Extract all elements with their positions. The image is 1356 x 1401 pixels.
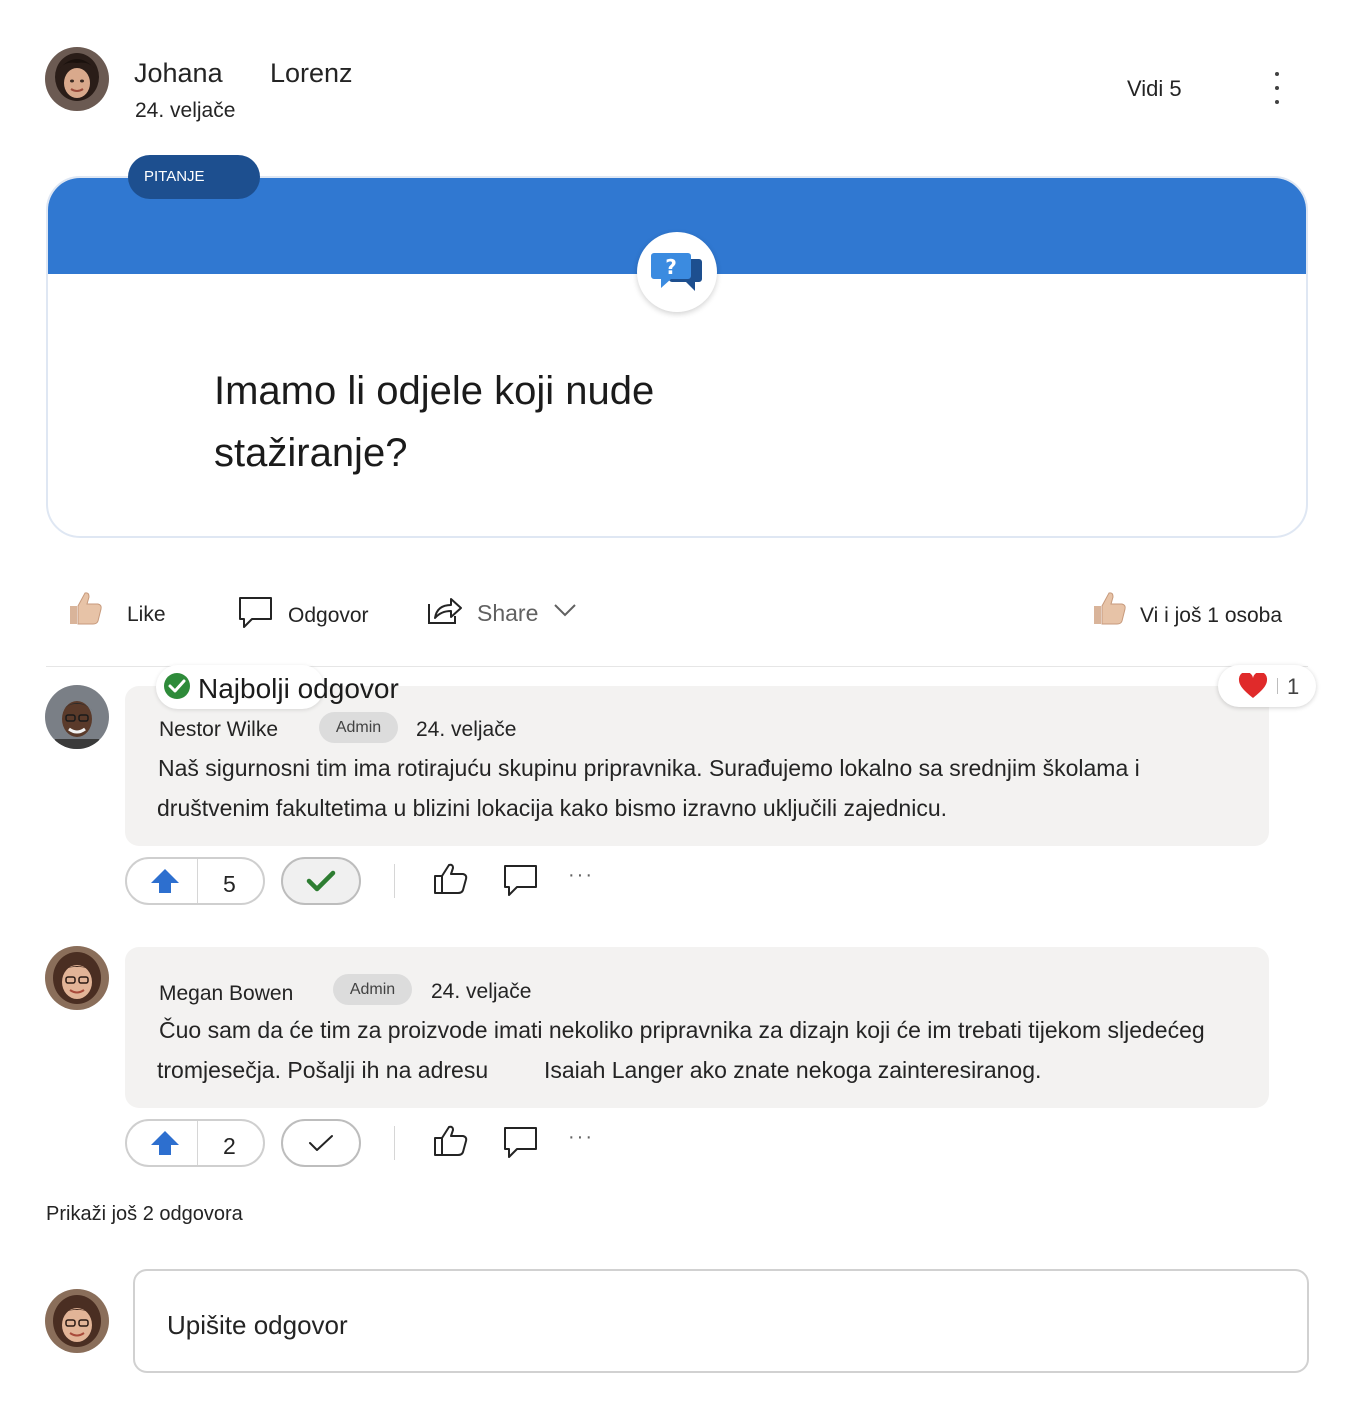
upvote-arrow-icon[interactable] bbox=[149, 1129, 181, 1162]
upvote-count: 2 bbox=[223, 1133, 236, 1159]
heart-icon bbox=[1238, 671, 1268, 704]
author-last-name[interactable]: Lorenz bbox=[270, 58, 353, 89]
more-options-icon[interactable]: ··· bbox=[568, 864, 594, 887]
admin-badge: Admin bbox=[333, 974, 412, 1005]
author-avatar[interactable] bbox=[45, 47, 109, 111]
like-button[interactable]: Like bbox=[127, 603, 166, 627]
reply-author-name[interactable]: Megan Bowen bbox=[159, 982, 293, 1006]
like-icon[interactable] bbox=[432, 862, 470, 901]
upvote-control[interactable] bbox=[125, 1119, 265, 1167]
reply-button[interactable]: Odgovor bbox=[288, 604, 369, 628]
question-icon: ? bbox=[637, 232, 717, 312]
author-first-name[interactable]: Johana bbox=[134, 58, 223, 89]
checkmark-icon bbox=[306, 870, 336, 892]
admin-badge: Admin bbox=[319, 712, 398, 743]
more-options-icon[interactable] bbox=[1262, 70, 1292, 106]
question-text: Imamo li odjele koji nude stažiranje? bbox=[214, 369, 655, 475]
reply-text-line: društvenim fakultetima u blizini lokacij… bbox=[157, 795, 948, 821]
liked-by-thumb-icon bbox=[1090, 589, 1128, 632]
like-icon[interactable] bbox=[432, 1124, 470, 1163]
post-date: 24. veljače bbox=[135, 99, 236, 122]
reply-icon[interactable] bbox=[238, 596, 274, 635]
share-button[interactable]: Share bbox=[477, 600, 538, 627]
reply-text-line: tromjesečja. Pošalji ih na adresu bbox=[157, 1057, 489, 1083]
reply-date: 24. veljače bbox=[431, 980, 532, 1003]
show-more-replies-link[interactable]: Prikaži još 2 odgovora bbox=[46, 1203, 243, 1226]
current-user-avatar bbox=[45, 1289, 109, 1353]
more-options-icon[interactable]: ··· bbox=[568, 1126, 594, 1149]
reply-icon[interactable] bbox=[503, 1126, 539, 1165]
svg-text:?: ? bbox=[665, 255, 677, 279]
reply-text-line: Isaiah Langer ako znate nekoga zainteres… bbox=[544, 1057, 1042, 1083]
upvote-arrow-icon[interactable] bbox=[149, 867, 181, 900]
reply-author-name[interactable]: Nestor Wilke bbox=[159, 718, 278, 742]
mark-best-answer-button[interactable] bbox=[281, 857, 361, 905]
upvote-count: 5 bbox=[223, 871, 236, 897]
share-chevron-down-icon[interactable] bbox=[553, 602, 577, 623]
upvote-control[interactable] bbox=[125, 857, 265, 905]
reply-date: 24. veljače bbox=[416, 718, 517, 741]
reaction-count: 1 bbox=[1287, 674, 1300, 699]
check-circle-icon bbox=[162, 671, 192, 706]
mark-best-answer-button[interactable] bbox=[281, 1119, 361, 1167]
reply-icon[interactable] bbox=[503, 864, 539, 903]
best-answer-label: Najbolji odgovor bbox=[198, 673, 399, 704]
reply-avatar[interactable] bbox=[45, 685, 109, 749]
reply-text-line: Čuo sam da će tim za proizvode imati nek… bbox=[159, 1017, 1205, 1043]
toolbar-divider bbox=[394, 864, 395, 898]
reaction-divider bbox=[1277, 678, 1278, 694]
question-tag: PITANJE bbox=[128, 155, 260, 199]
toolbar-divider bbox=[394, 1126, 395, 1160]
seen-by-count[interactable]: Vidi 5 bbox=[1127, 76, 1182, 102]
checkmark-icon bbox=[309, 1135, 333, 1151]
reply-avatar[interactable] bbox=[45, 946, 109, 1010]
reply-text-line: Naš sigurnosni tim ima rotirajuću skupin… bbox=[158, 755, 1140, 781]
share-icon[interactable] bbox=[427, 594, 463, 631]
reply-input-placeholder[interactable]: Upišite odgovor bbox=[167, 1310, 348, 1341]
liked-by-summary[interactable]: Vi i još 1 osoba bbox=[1140, 604, 1282, 628]
like-thumb-icon[interactable] bbox=[66, 589, 104, 632]
